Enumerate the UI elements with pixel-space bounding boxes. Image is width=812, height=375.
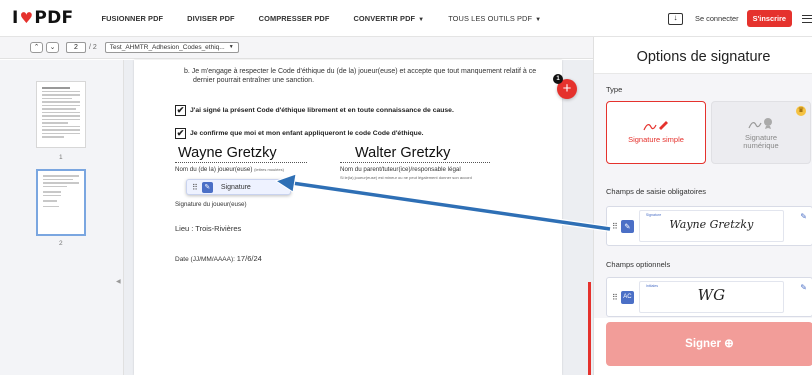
top-navbar: I ♥ PDF FUSIONNER PDF DIVISER PDF COMPRE…: [0, 0, 812, 37]
thumbnail-page-1[interactable]: [36, 81, 86, 148]
nav-convert-pdf[interactable]: CONVERTIR PDF ▼: [353, 14, 424, 23]
pen-icon: ✎: [620, 219, 634, 233]
signature-preview[interactable]: Signature Wayne Gretzky: [638, 210, 784, 242]
player-name-field[interactable]: Wayne Gretzky: [178, 145, 277, 161]
checkbox-confirm[interactable]: ✔ Je confirme que moi et mon enfant appl…: [175, 128, 424, 139]
thumbnail-number: 1: [59, 154, 63, 161]
clause-line-2: dernier pourrait entraîner une sanction.: [193, 77, 315, 84]
signature-label: Signature du joueur(euse): [175, 201, 247, 208]
nav-merge-pdf[interactable]: FUSIONNER PDF: [101, 14, 163, 23]
edit-icon[interactable]: ✎: [800, 212, 807, 221]
checkbox-consent[interactable]: ✔ J'ai signé la présent Code d'éthique l…: [175, 105, 454, 116]
nav-all-tools-label: TOUS LES OUTILS PDF: [448, 13, 533, 23]
nav-compress-pdf[interactable]: COMPRESSER PDF: [259, 14, 330, 23]
required-fields-label: Champs de saisie obligatoires: [606, 187, 707, 196]
clause-text: b. Je m'engage à respecter le Code d'éth…: [184, 67, 536, 85]
required-signature-field[interactable]: ⠿ ✎ Signature Wayne Gretzky ✎: [606, 206, 812, 246]
premium-crown-icon: ♛: [796, 106, 806, 116]
file-select[interactable]: Test_AHMTR_Adhesion_Codes_ethiq... ▼: [104, 42, 239, 53]
optional-initials-field[interactable]: ⠿ AC Initiales WG ✎: [606, 277, 812, 317]
initials-script: WG: [697, 286, 726, 304]
scroll-indicator: [588, 282, 591, 375]
file-name: Test_AHMTR_Adhesion_Codes_ethiq...: [109, 44, 225, 51]
chevron-down-icon: ▼: [418, 16, 425, 23]
ilovepdf-logo[interactable]: I ♥ PDF: [12, 8, 73, 28]
signature-tag: Signature: [645, 213, 662, 217]
page-total: / 2: [89, 44, 97, 51]
nav-convert-label: CONVERTIR PDF: [353, 13, 416, 23]
page-number-input[interactable]: 2: [66, 42, 86, 53]
signature-chip-label: Signature: [220, 183, 251, 191]
login-link[interactable]: Se connecter: [695, 14, 739, 23]
heart-icon: ♥: [19, 9, 34, 27]
type-digital-label-2: numérique: [743, 141, 779, 150]
edit-icon[interactable]: ✎: [800, 283, 807, 292]
panel-title: Options de signature: [594, 37, 812, 74]
sign-button-label: Signer: [685, 338, 721, 350]
pen-icon: ✎: [201, 181, 213, 193]
hamburger-menu-icon[interactable]: [802, 14, 812, 23]
thumbnail-page-2[interactable]: [36, 169, 86, 236]
logo-text-i: I: [12, 8, 19, 28]
page-up-button[interactable]: ⌃: [30, 42, 43, 53]
date-label: Date (JJ/MM/AAAA):: [175, 256, 237, 263]
nav-split-pdf[interactable]: DIVISER PDF: [187, 14, 235, 23]
initials-icon: AC: [620, 290, 634, 304]
check-icon: ✔: [175, 105, 186, 116]
drag-handle-icon[interactable]: ⠿: [612, 222, 618, 231]
signature-script: Wayne Gretzky: [669, 218, 754, 231]
document-viewer: b. Je m'engage à respecter le Code d'éth…: [124, 60, 593, 375]
thumbnail-number: 2: [59, 240, 63, 247]
digital-signature-icon: [748, 118, 772, 129]
drag-handle-icon[interactable]: ⠿: [192, 183, 198, 192]
type-section-label: Type: [606, 85, 623, 94]
place-label: Lieu :: [175, 224, 196, 233]
date-value: 17/6/24: [236, 254, 262, 263]
type-simple-signature[interactable]: Signature simple: [606, 101, 706, 164]
drag-handle-icon[interactable]: ⠿: [612, 293, 618, 302]
desktop-download-icon[interactable]: ↓: [668, 12, 684, 25]
player-label-text: Nom du (de la) joueur(euse): [175, 166, 253, 173]
optional-fields-label: Champs optionnels: [606, 260, 671, 269]
date-line: Date (JJ/MM/AAAA): 17/6/24: [175, 254, 262, 263]
clause-line-1: b. Je m'engage à respecter le Code d'éth…: [184, 68, 537, 75]
check-icon: ✔: [175, 128, 186, 139]
signup-button[interactable]: S'inscrire: [746, 10, 792, 27]
document-toolbar: ⌃ ⌄ 2 / 2 Test_AHMTR_Adhesion_Codes_ethi…: [0, 37, 593, 59]
logo-text-pdf: PDF: [34, 8, 74, 28]
signature-pen-icon: [643, 121, 668, 131]
chevron-down-icon: ▼: [535, 16, 542, 23]
place-value: Trois-Rivières: [195, 224, 242, 233]
initials-preview[interactable]: Initiales WG: [638, 281, 784, 313]
player-name-line: [175, 162, 307, 163]
page-thumbnails: 1 2 ◀: [0, 60, 124, 375]
page-down-button[interactable]: ⌄: [46, 42, 59, 53]
parent-name-label: Nom du parent/tuteur(ice)/responsable lé…: [340, 166, 461, 173]
field-count-badge: 1: [553, 74, 563, 84]
player-label-note: (lettres moulées): [254, 167, 284, 172]
type-digital-signature[interactable]: ♛ Signature numérique: [711, 101, 811, 164]
collapse-sidebar-icon[interactable]: ◀: [116, 278, 121, 285]
main-nav: FUSIONNER PDF DIVISER PDF COMPRESSER PDF…: [101, 14, 565, 23]
checkbox-confirm-label: Je confirme que moi et mon enfant appliq…: [190, 130, 424, 137]
chevron-down-icon: ▼: [228, 44, 234, 50]
place-line: Lieu : Trois-Rivières: [175, 224, 241, 233]
arrow-circle-icon: ⊕: [724, 338, 734, 350]
parent-name-field[interactable]: Walter Gretzky: [355, 145, 450, 161]
signature-field-chip[interactable]: ⠿ ✎ Signature: [186, 179, 291, 195]
player-name-label: Nom du (de la) joueur(euse) (lettres mou…: [175, 166, 284, 173]
header-actions: ↓ Se connecter S'inscrire: [668, 0, 812, 37]
type-simple-label: Signature simple: [628, 135, 684, 144]
nav-all-tools[interactable]: TOUS LES OUTILS PDF ▼: [448, 14, 541, 23]
checkbox-consent-label: J'ai signé la présent Code d'éthique lib…: [190, 107, 454, 114]
signature-options-panel: Options de signature Type Signature simp…: [593, 37, 812, 375]
parent-name-line: [340, 162, 490, 163]
parent-note: Si le(la) joueur(euse) est mineur ou ne …: [340, 175, 472, 180]
document-page: b. Je m'engage à respecter le Code d'éth…: [134, 60, 562, 375]
sign-button[interactable]: Signer ⊕: [606, 322, 812, 366]
